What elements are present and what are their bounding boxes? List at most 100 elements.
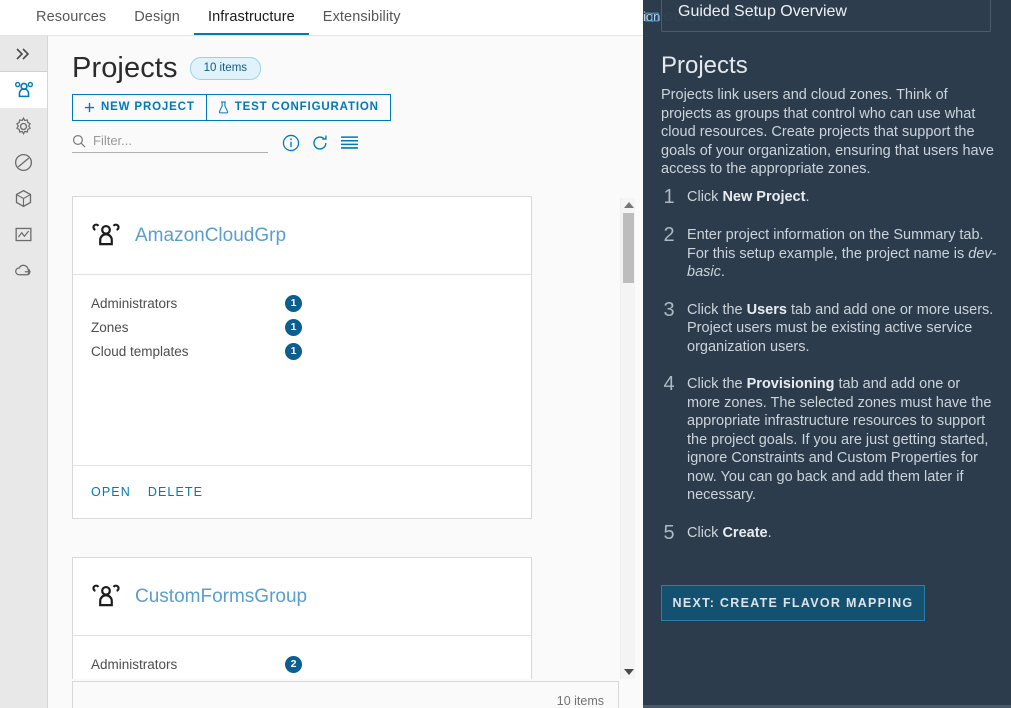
refresh-icon-button[interactable]	[311, 134, 329, 152]
sidebar-item-projects[interactable]	[0, 72, 47, 108]
cloud-import-icon	[14, 264, 31, 275]
guided-step-number: 5	[663, 521, 675, 544]
project-stat-row: Administrators 2	[91, 652, 513, 676]
info-icon	[282, 134, 300, 152]
project-card-body: Administrators 2	[73, 636, 531, 679]
guided-step: 1 Click New Project.	[661, 186, 997, 208]
project-stat-row: Administrators 1	[91, 291, 513, 315]
guided-step-text: Click the Users tab and add one or more …	[687, 301, 994, 355]
new-project-button[interactable]: NEW PROJECT	[72, 94, 207, 121]
project-stat-label: Administrators	[91, 656, 178, 672]
sidebar-item-activity[interactable]	[0, 216, 47, 252]
book-icon	[645, 12, 659, 22]
toolbar-icon-group	[282, 134, 359, 152]
project-card-list: AmazonCloudGrp Administrators 1 Zones 1 Cloud…	[72, 196, 620, 679]
list-vertical-scrollbar[interactable]	[620, 198, 635, 679]
project-list-region: AmazonCloudGrp Administrators 1 Zones 1 Cloud…	[72, 196, 643, 679]
double-chevron-right-icon	[15, 47, 29, 60]
flask-icon	[218, 101, 228, 114]
project-stat-count-badge: 1	[285, 294, 302, 312]
prohibited-circle-icon	[14, 153, 33, 171]
next-button-label: NEXT: CREATE FLAVOR MAPPING	[672, 596, 914, 610]
guided-step: 4 Click the Provisioning tab and add one …	[661, 373, 997, 505]
project-action-delete[interactable]: DELETE	[148, 485, 203, 499]
gear-icon	[16, 116, 31, 135]
project-name-link[interactable]: AmazonCloudGrp	[135, 225, 286, 247]
filter-toolbar	[72, 133, 643, 153]
guided-step-number: 2	[663, 224, 675, 246]
guided-step-number: 4	[663, 373, 675, 395]
filter-input[interactable]	[93, 133, 253, 148]
users-group-icon	[92, 223, 120, 246]
project-card-footer: OPEN DELETE	[73, 465, 531, 518]
test-configuration-button[interactable]: TEST CONFIGURATION	[206, 94, 391, 121]
tab-extensibility[interactable]: Extensibility	[309, 9, 415, 37]
footer-item-count: 10 items	[556, 694, 604, 708]
scrollbar-thumb[interactable]	[623, 213, 634, 283]
project-card: AmazonCloudGrp Administrators 1 Zones 1 Cloud…	[72, 196, 532, 519]
project-stat-count-badge: 1	[285, 342, 302, 360]
tooltip-text: Guided Setup Overview	[678, 3, 847, 20]
plus-icon	[84, 102, 95, 113]
sidebar-item-policies[interactable]	[0, 144, 47, 180]
application-root: Resources Design Infrastructure Extensibili…	[0, 0, 1011, 708]
refresh-icon	[313, 135, 327, 150]
cube-icon	[15, 189, 32, 207]
test-configuration-label: TEST CONFIGURATION	[234, 100, 379, 113]
guided-step: 3 Click the Users tab and add one or more…	[661, 298, 997, 357]
project-action-open[interactable]: OPEN	[91, 485, 131, 499]
list-view-icon-button[interactable]	[340, 135, 359, 152]
new-project-label: NEW PROJECT	[101, 100, 195, 113]
project-stat-count-badge: 2	[285, 655, 302, 673]
triangle-up-icon	[623, 202, 634, 208]
guided-step-text: Enter project information on the Summary…	[687, 227, 997, 280]
guided-panel-intro: Projects link users and cloud zones. Thi…	[661, 87, 994, 177]
scroll-down-arrow[interactable]	[621, 665, 636, 679]
project-stat-label: Cloud templates	[91, 343, 189, 359]
info-icon-button[interactable]	[282, 134, 300, 152]
project-stat-label: Administrators	[91, 295, 178, 311]
filter-field-wrapper	[72, 133, 268, 153]
search-icon	[72, 134, 86, 148]
guided-step-text: Click New Project.	[687, 189, 810, 205]
project-card: CustomFormsGroupAdministrators2OPENDELET…	[72, 557, 532, 679]
sidebar-item-configuration[interactable]	[0, 108, 47, 144]
guided-step-text: Click the Provisioning tab and add one o…	[687, 376, 992, 503]
project-card-body: Administrators 1 Zones 1 Cloud templates 1	[73, 275, 531, 465]
guided-step-text: Click Create.	[687, 524, 772, 541]
next-create-flavor-mapping-button[interactable]: NEXT: CREATE FLAVOR MAPPING	[661, 585, 925, 621]
guided-panel-title: Projects	[661, 52, 748, 79]
rail-expand-button[interactable]	[0, 36, 47, 72]
guided-step-number: 3	[663, 298, 675, 321]
action-button-row: NEW PROJECT TEST CONFIGURATION	[72, 94, 643, 121]
project-name-link[interactable]: CustomFormsGroup	[135, 586, 307, 608]
users-group-icon	[14, 81, 33, 98]
list-view-icon	[341, 135, 358, 149]
project-stat-label: Zones	[91, 319, 129, 335]
tab-resources[interactable]: Resources	[22, 9, 120, 37]
tab-design[interactable]: Design	[120, 9, 194, 37]
guided-step-number: 1	[663, 186, 675, 208]
sidebar-item-resources[interactable]	[0, 180, 47, 216]
item-count-badge: 10 items	[189, 57, 262, 80]
project-stat-row: Cloud templates 1	[91, 339, 513, 363]
guided-step: 5 Click Create.	[661, 521, 997, 544]
project-group-icon	[91, 222, 121, 249]
guided-setup-tooltip: Guided Setup Overview	[661, 0, 991, 32]
list-footer-bar: 10 items	[72, 681, 619, 708]
project-group-icon	[91, 583, 121, 610]
guided-step-list: 1 Click New Project. 2 Enter project inform…	[661, 186, 997, 562]
title-row: Projects 10 items	[72, 52, 643, 85]
project-stat-count-badge: 1	[285, 318, 302, 336]
scroll-up-arrow[interactable]	[621, 198, 636, 212]
page-title: Projects	[72, 52, 178, 84]
project-card-header: CustomFormsGroup	[73, 558, 531, 636]
users-group-icon	[92, 584, 120, 607]
tab-infrastructure[interactable]: Infrastructure	[193, 9, 309, 36]
project-stat-row: Zones 1	[91, 315, 513, 339]
main-content-area: Projects 10 items NEW PROJECT TEST CONFI…	[48, 36, 643, 708]
guided-setup-panel: ion GUIDED SETUP Guided Setup Overview P…	[643, 0, 1011, 708]
project-card-header: AmazonCloudGrp	[73, 197, 531, 275]
guided-step: 2 Enter project information on the Summar…	[661, 224, 997, 282]
sidebar-item-onboarding[interactable]	[0, 252, 47, 288]
